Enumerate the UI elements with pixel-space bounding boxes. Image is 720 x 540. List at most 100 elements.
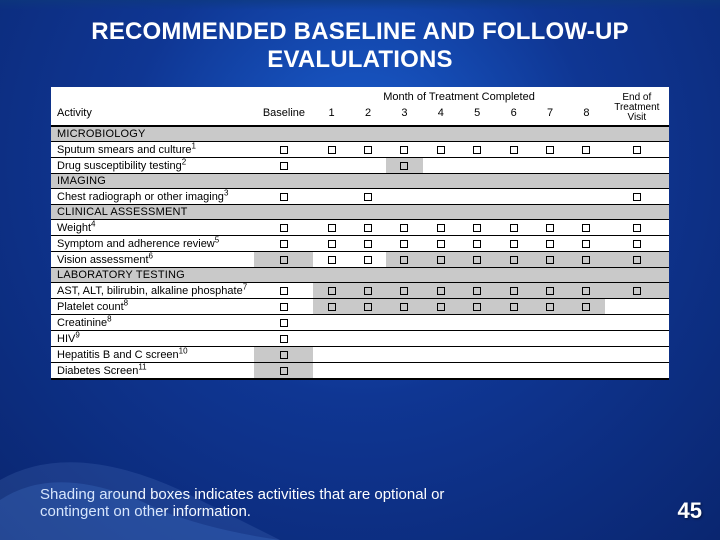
checkbox-icon (280, 256, 288, 264)
cell-month-6 (495, 363, 531, 380)
title-line-2: EVALULATIONS (267, 46, 453, 73)
cell-month-5 (459, 142, 495, 158)
cell-baseline (254, 252, 313, 268)
cell-month-3 (386, 236, 422, 252)
checkbox-icon (437, 303, 445, 311)
checkbox-icon (364, 240, 372, 248)
cell-month-7 (532, 283, 568, 299)
checkbox-icon (400, 303, 408, 311)
cell-month-8 (568, 331, 604, 347)
cell-month-5 (459, 283, 495, 299)
cell-baseline (254, 315, 313, 331)
cell-month-7 (532, 363, 568, 380)
cell-month-3 (386, 142, 422, 158)
cell-month-1 (313, 347, 349, 363)
checkbox-icon (546, 303, 554, 311)
checkbox-icon (473, 146, 481, 154)
cell-month-8 (568, 252, 604, 268)
checkbox-icon (473, 287, 481, 295)
cell-month-1 (313, 189, 349, 205)
table-body: MICROBIOLOGYSputum smears and culture1Dr… (51, 126, 669, 379)
cell-month-7 (532, 142, 568, 158)
checkbox-icon (437, 240, 445, 248)
checkbox-icon (280, 240, 288, 248)
checkbox-icon (546, 287, 554, 295)
checkbox-icon (364, 146, 372, 154)
cell-month-5 (459, 331, 495, 347)
checkbox-icon (473, 224, 481, 232)
cell-month-2 (350, 142, 386, 158)
cell-baseline (254, 189, 313, 205)
cell-month-2 (350, 347, 386, 363)
column-m7: 7 (532, 103, 568, 126)
cell-month-6 (495, 236, 531, 252)
cell-end (605, 347, 669, 363)
title-line-1: RECOMMENDED BASELINE AND FOLLOW-UP (91, 18, 628, 45)
cell-month-3 (386, 158, 422, 174)
checkbox-icon (546, 146, 554, 154)
section-header: CLINICAL ASSESSMENT (51, 205, 669, 220)
cell-month-1 (313, 299, 349, 315)
activity-label: Platelet count8 (51, 299, 254, 315)
activity-label: Chest radiograph or other imaging3 (51, 189, 254, 205)
checkbox-icon (280, 193, 288, 201)
cell-month-1 (313, 220, 349, 236)
table-row: HIV9 (51, 331, 669, 347)
cell-month-4 (423, 315, 459, 331)
evaluation-table-container: Month of Treatment Completed End of Acti… (51, 87, 669, 380)
cell-month-4 (423, 347, 459, 363)
cell-month-6 (495, 252, 531, 268)
cell-month-8 (568, 347, 604, 363)
checkbox-icon (546, 256, 554, 264)
cell-month-6 (495, 158, 531, 174)
checkbox-icon (437, 224, 445, 232)
cell-month-8 (568, 363, 604, 380)
checkbox-icon (633, 146, 641, 154)
cell-end (605, 189, 669, 205)
cell-month-1 (313, 283, 349, 299)
activity-label: Creatinine8 (51, 315, 254, 331)
cell-month-1 (313, 158, 349, 174)
checkbox-icon (400, 256, 408, 264)
cell-month-6 (495, 347, 531, 363)
activity-label: HIV9 (51, 331, 254, 347)
cell-month-7 (532, 189, 568, 205)
cell-month-3 (386, 363, 422, 380)
cell-month-8 (568, 158, 604, 174)
checkbox-icon (633, 287, 641, 295)
cell-month-3 (386, 331, 422, 347)
table-row: Vision assessment6 (51, 252, 669, 268)
cell-month-1 (313, 315, 349, 331)
evaluation-table: Month of Treatment Completed End of Acti… (51, 87, 669, 380)
checkbox-icon (510, 146, 518, 154)
cell-month-2 (350, 189, 386, 205)
cell-month-3 (386, 189, 422, 205)
checkbox-icon (280, 303, 288, 311)
table-row: Chest radiograph or other imaging3 (51, 189, 669, 205)
table-header: Month of Treatment Completed End of Acti… (51, 87, 669, 126)
cell-month-2 (350, 158, 386, 174)
checkbox-icon (437, 146, 445, 154)
checkbox-icon (400, 224, 408, 232)
checkbox-icon (364, 193, 372, 201)
table-row: Platelet count8 (51, 299, 669, 315)
cell-month-5 (459, 252, 495, 268)
cell-month-1 (313, 142, 349, 158)
checkbox-icon (473, 303, 481, 311)
cell-month-1 (313, 331, 349, 347)
checkbox-icon (280, 319, 288, 327)
section-header: LABORATORY TESTING (51, 268, 669, 283)
cell-end (605, 236, 669, 252)
cell-month-2 (350, 252, 386, 268)
column-end-1: End of (605, 87, 669, 103)
checkbox-icon (328, 224, 336, 232)
cell-month-5 (459, 363, 495, 380)
cell-month-6 (495, 315, 531, 331)
cell-month-5 (459, 158, 495, 174)
cell-month-2 (350, 331, 386, 347)
slide-title: RECOMMENDED BASELINE AND FOLLOW-UP EVALU… (40, 18, 680, 73)
cell-month-5 (459, 220, 495, 236)
activity-label: Weight4 (51, 220, 254, 236)
cell-month-7 (532, 252, 568, 268)
checkbox-icon (510, 224, 518, 232)
